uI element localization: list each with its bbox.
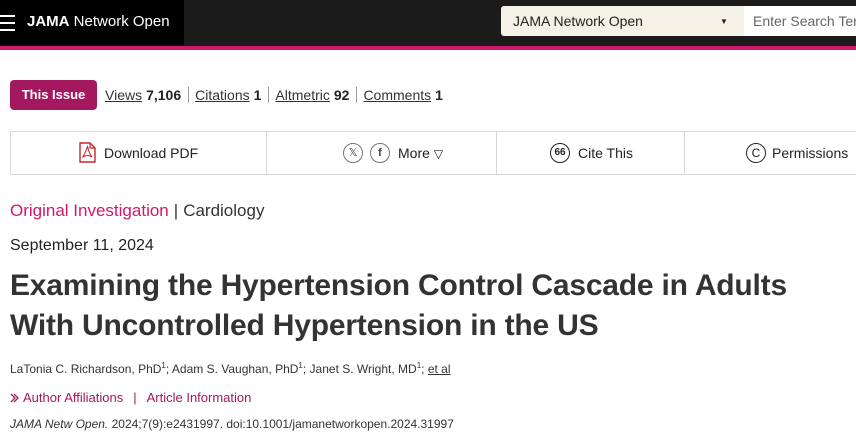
- author-name[interactable]: Adam S. Vaughan, PhD: [172, 362, 299, 376]
- metric-divider: [268, 87, 270, 103]
- category-divider: |: [173, 201, 179, 220]
- author-name[interactable]: LaTonia C. Richardson, PhD: [10, 362, 161, 376]
- metric-divider: [356, 87, 358, 103]
- chevron-down-icon: ▽: [433, 147, 444, 161]
- chevron-down-icon: ▼: [720, 17, 728, 26]
- citation-line: JAMA Netw Open. 2024;7(9):e2431997. doi:…: [10, 417, 454, 431]
- et-al-link[interactable]: et al: [428, 362, 451, 376]
- altmetric-metric[interactable]: Altmetric 92: [275, 87, 349, 103]
- author-list: LaTonia C. Richardson, PhD1; Adam S. Vau…: [10, 361, 451, 376]
- metric-divider: [188, 87, 190, 103]
- article-info-links: Author Affiliations | Article Information: [10, 390, 251, 405]
- quote-icon: 66: [550, 143, 570, 163]
- article-toolbar: Download PDF 𝕏 f More ▽ 66 Cite This C Pe…: [10, 131, 856, 175]
- citations-metric[interactable]: Citations 1: [195, 87, 261, 103]
- permissions-button[interactable]: C Permissions: [685, 132, 856, 174]
- article-category: Original Investigation | Cardiology: [10, 201, 264, 221]
- download-pdf-button[interactable]: Download PDF: [11, 132, 267, 174]
- subject-link[interactable]: Cardiology: [183, 201, 264, 220]
- journal-select-value: JAMA Network Open: [513, 13, 643, 29]
- share-toolbar-item: 𝕏 f More ▽: [267, 132, 497, 174]
- article-metrics: Views 7,106 Citations 1 Altmetric 92 Comments 1: [105, 87, 443, 103]
- article-information-link[interactable]: Article Information: [147, 390, 252, 405]
- download-pdf-label: Download PDF: [104, 145, 199, 161]
- x-share-icon[interactable]: 𝕏: [343, 143, 363, 163]
- search-input[interactable]: [744, 6, 856, 36]
- views-metric[interactable]: Views 7,106: [105, 87, 181, 103]
- permissions-label: Permissions: [772, 145, 849, 161]
- cite-this-label: Cite This: [578, 145, 633, 161]
- publication-date: September 11, 2024: [10, 237, 154, 254]
- journal-abbreviation: JAMA Netw Open.: [10, 417, 109, 431]
- site-logo[interactable]: JAMA Network Open: [27, 13, 170, 30]
- more-share-button[interactable]: More ▽: [398, 145, 443, 161]
- article-title: Examining the Hypertension Control Casca…: [10, 269, 787, 342]
- info-divider: |: [133, 390, 137, 405]
- pdf-icon: [79, 142, 96, 163]
- citation-details: 2024;7(9):e2431997. doi:10.1001/jamanetw…: [108, 417, 454, 431]
- journal-select[interactable]: JAMA Network Open ▼: [501, 6, 744, 36]
- brand-block: JAMA Network Open: [0, 0, 184, 46]
- facebook-share-icon[interactable]: f: [370, 143, 390, 163]
- copyright-icon: C: [746, 143, 766, 163]
- author-affiliations-link[interactable]: Author Affiliations: [10, 390, 123, 405]
- author-name[interactable]: Janet S. Wright, MD: [310, 362, 417, 376]
- this-issue-button[interactable]: This Issue: [10, 80, 97, 110]
- menu-icon[interactable]: [0, 13, 16, 33]
- cite-this-button[interactable]: 66 Cite This: [497, 132, 685, 174]
- accent-stripe: [0, 46, 856, 50]
- article-type-link[interactable]: Original Investigation: [10, 201, 169, 220]
- comments-metric[interactable]: Comments 1: [363, 87, 442, 103]
- chevron-right-icon: [10, 393, 19, 403]
